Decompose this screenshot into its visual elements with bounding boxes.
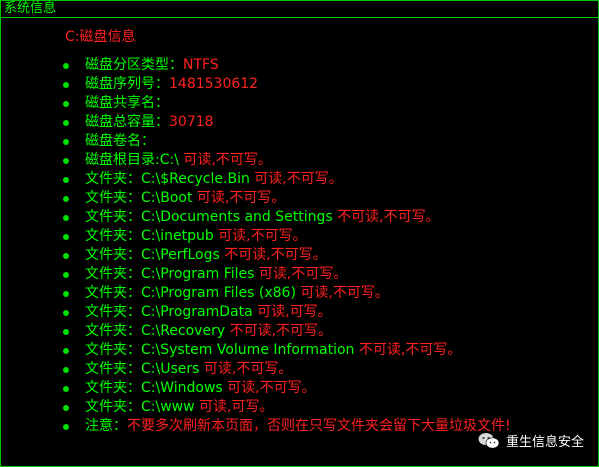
folder-path: 文件夹：C:\Users: [85, 361, 204, 377]
list-item: 文件夹：C:\PerfLogs 不可读,不可写。: [63, 246, 511, 265]
wechat-icon: [478, 432, 500, 448]
folder-path: 文件夹：C:\Program Files (x86): [85, 285, 301, 301]
bullet-icon: [63, 424, 69, 430]
folder-path: 文件夹：C:\Program Files: [85, 266, 259, 282]
watermark-text: 重生信息安全: [505, 435, 584, 450]
note-text: 不要多次刷新本页面，否则在只写文件夹会留下大量垃圾文件!: [127, 418, 511, 434]
list-item: 文件夹：C:\inetpub 可读,不可写。: [63, 227, 511, 246]
permission-text: 不可读,不可写。: [337, 209, 440, 225]
window-title: 系统信息: [1, 1, 598, 18]
list-item: 磁盘序列号：1481530612: [63, 75, 511, 94]
list-item: 文件夹：C:\Program Files (x86) 可读,不可写。: [63, 284, 511, 303]
permission-text: 可读,不可写。: [300, 285, 389, 301]
list-item: 文件夹：C:\www 可读,可写。: [63, 398, 511, 417]
list-item: 文件夹：C:\Program Files 可读,不可写。: [63, 265, 511, 284]
info-label: 磁盘分区类型：: [85, 57, 183, 73]
bullet-icon: [63, 348, 69, 354]
folder-path: 文件夹：C:\www: [85, 399, 200, 415]
bullet-icon: [63, 139, 69, 145]
bullet-icon: [63, 405, 69, 411]
info-label: 磁盘序列号：: [85, 76, 169, 92]
permission-text: 可读,不可写。: [218, 228, 307, 244]
list-item: 文件夹：C:\$Recycle.Bin 可读,不可写。: [63, 170, 511, 189]
bullet-icon: [63, 291, 69, 297]
info-value: NTFS: [183, 57, 219, 73]
permission-text: 可读,不可写。: [183, 152, 272, 168]
permission-text: 可读,不可写。: [258, 266, 348, 282]
info-value: 1481530612: [169, 76, 259, 92]
disk-info-list: 磁盘分区类型：NTFS 磁盘序列号：1481530612 磁盘共享名： 磁盘总容…: [63, 56, 511, 436]
list-item: 文件夹：C:\Boot 可读,不可写。: [63, 189, 511, 208]
permission-text: 可读,不可写。: [254, 171, 343, 187]
bullet-icon: [63, 177, 69, 183]
note-label: 注意：: [85, 418, 127, 434]
folder-path: 文件夹：C:\Windows: [85, 380, 228, 396]
list-item: 磁盘总容量：30718: [63, 113, 511, 132]
bullet-icon: [63, 82, 69, 88]
list-item: 文件夹：C:\ProgramData 可读,可写。: [63, 303, 511, 322]
list-item: 磁盘分区类型：NTFS: [63, 56, 511, 75]
folder-path: 文件夹：C:\PerfLogs: [85, 247, 225, 263]
info-label: 磁盘总容量：: [85, 114, 169, 130]
list-item: 文件夹：C:\Documents and Settings 不可读,不可写。: [63, 208, 511, 227]
list-item: 磁盘共享名：: [63, 94, 511, 113]
root-dir-label: 磁盘根目录:C:\: [85, 152, 184, 168]
info-value: 30718: [169, 114, 214, 130]
permission-text: 不可读,不可写。: [358, 342, 462, 358]
bullet-icon: [63, 234, 69, 240]
folder-path: 文件夹：C:\$Recycle.Bin: [85, 171, 255, 187]
folder-path: 文件夹：C:\Recovery: [85, 323, 230, 339]
list-item: 磁盘根目录:C:\ 可读,不可写。: [63, 151, 511, 170]
folder-path: 文件夹：C:\Documents and Settings: [85, 209, 338, 225]
bullet-icon: [63, 329, 69, 335]
permission-text: 可读,可写。: [257, 304, 332, 320]
bullet-icon: [63, 63, 69, 69]
system-info-window: 系统信息 C:磁盘信息 磁盘分区类型：NTFS 磁盘序列号：1481530612…: [0, 0, 599, 467]
bullet-icon: [63, 158, 69, 164]
folder-path: 文件夹：C:\System Volume Information: [85, 342, 359, 358]
bullet-icon: [63, 196, 69, 202]
bullet-icon: [63, 215, 69, 221]
list-item: 文件夹：C:\Windows 可读,不可写。: [63, 379, 511, 398]
info-label: 磁盘共享名：: [85, 95, 169, 111]
bullet-icon: [63, 367, 69, 373]
bullet-icon: [63, 120, 69, 126]
bullet-icon: [63, 253, 69, 259]
folder-path: 文件夹：C:\inetpub: [85, 228, 219, 244]
permission-text: 不可读,不可写。: [224, 247, 327, 263]
folder-path: 文件夹：C:\ProgramData: [85, 304, 258, 320]
folder-path: 文件夹：C:\Boot: [85, 190, 197, 206]
list-item: 文件夹：C:\Recovery 不可读,不可写。: [63, 322, 511, 341]
bullet-icon: [63, 386, 69, 392]
list-item: 注意：不要多次刷新本页面，否则在只写文件夹会留下大量垃圾文件!: [63, 417, 511, 436]
bullet-icon: [63, 310, 69, 316]
disk-heading: C:磁盘信息: [65, 29, 136, 45]
permission-text: 可读,可写。: [199, 399, 274, 415]
info-label: 磁盘卷名：: [85, 133, 155, 149]
list-item: 文件夹：C:\Users 可读,不可写。: [63, 360, 511, 379]
watermark: 重生信息安全: [478, 431, 584, 450]
permission-text: 不可读,不可写。: [229, 323, 333, 339]
list-item: 文件夹：C:\System Volume Information 不可读,不可写…: [63, 341, 511, 360]
bullet-icon: [63, 101, 69, 107]
bullet-icon: [63, 272, 69, 278]
permission-text: 可读,不可写。: [227, 380, 316, 396]
permission-text: 可读,不可写。: [196, 190, 286, 206]
list-item: 磁盘卷名：: [63, 132, 511, 151]
permission-text: 可读,不可写。: [203, 361, 293, 377]
